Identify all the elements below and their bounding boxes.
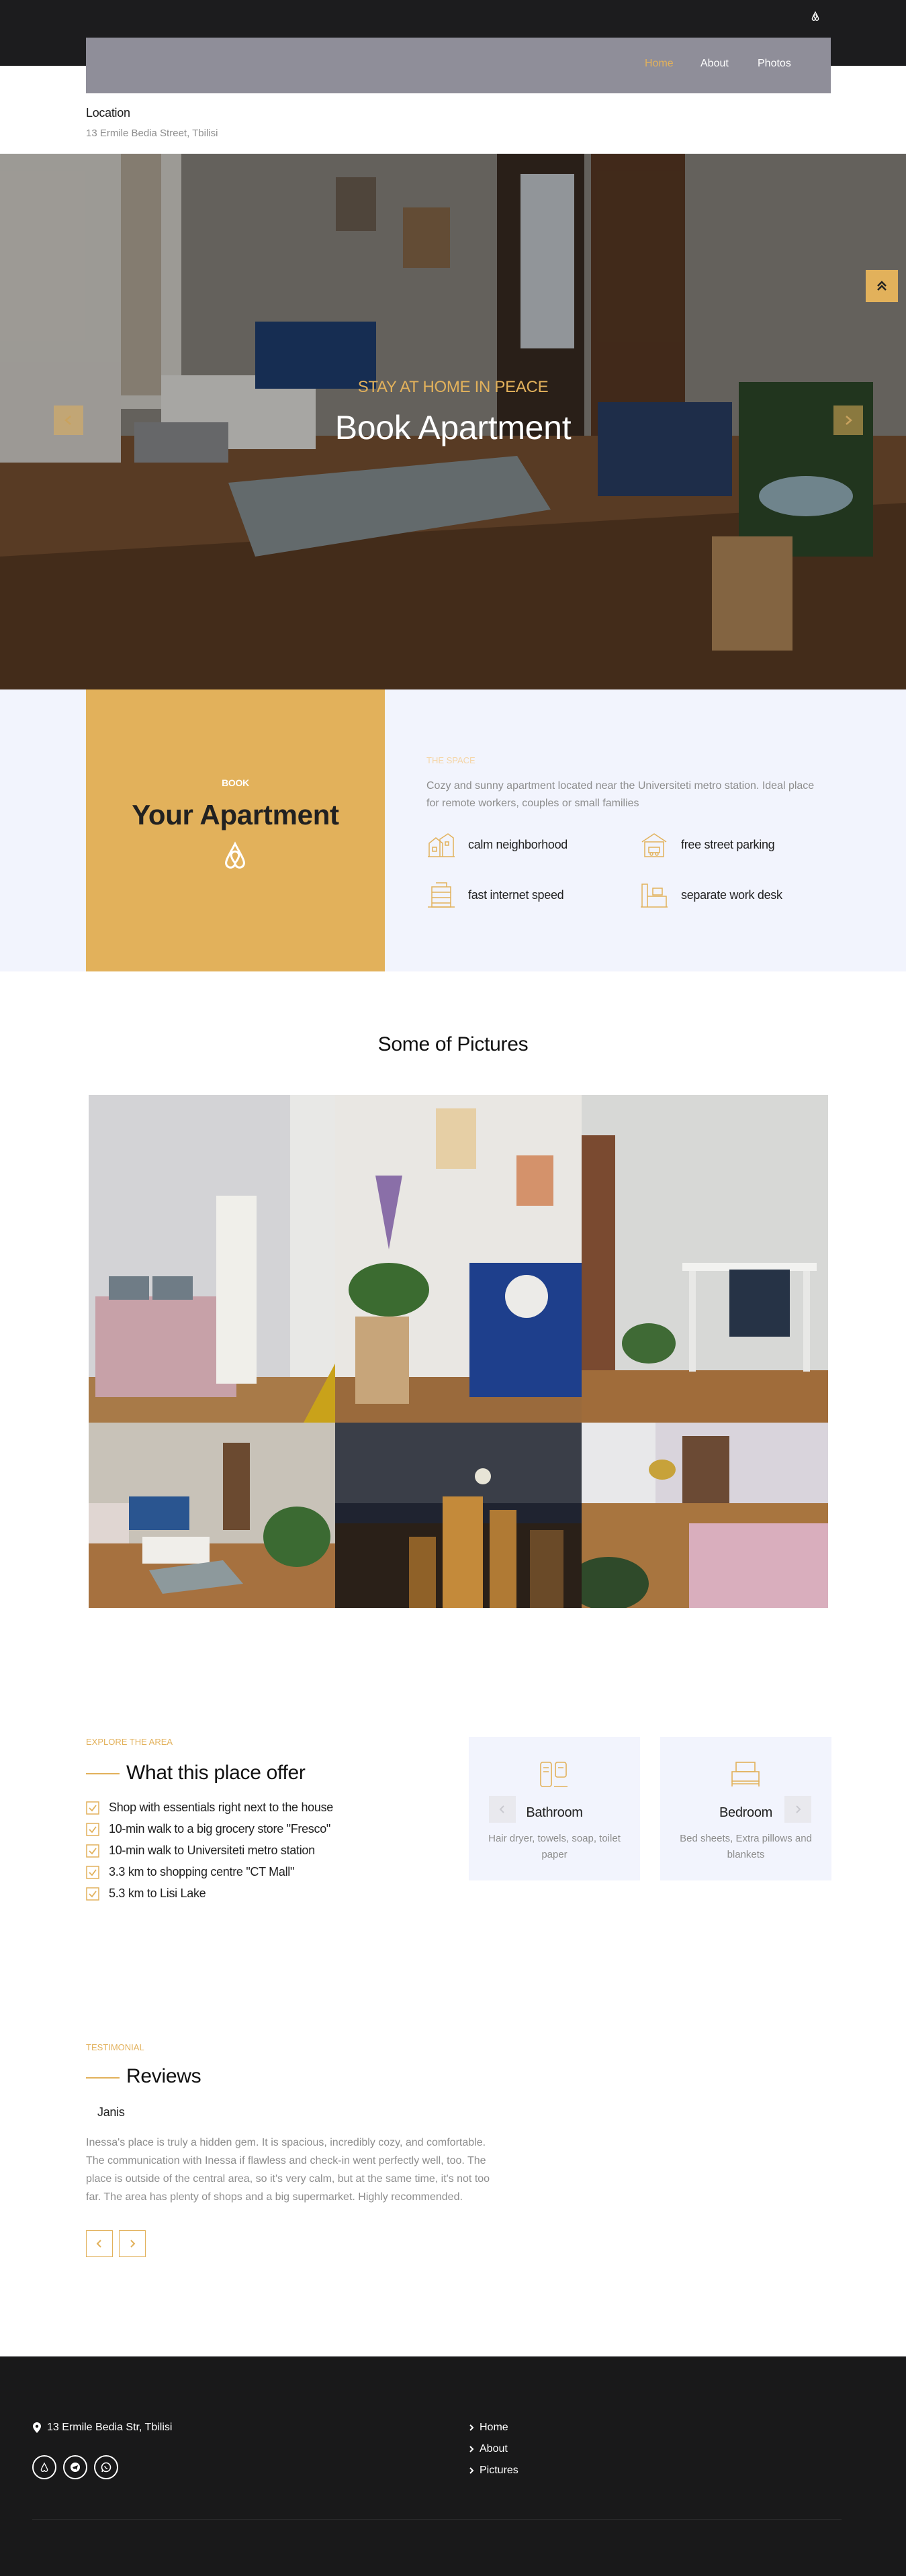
offer-item-label: 5.3 km to Lisi Lake <box>109 1887 206 1900</box>
offer-title-accent <box>86 1773 120 1774</box>
photo-work-desk[interactable] <box>582 1095 828 1423</box>
chevron-right-icon <box>130 2240 136 2248</box>
amenity-description: Bed sheets, Extra pillows and blankets <box>680 1833 812 1860</box>
bathroom-icon <box>540 1762 568 1787</box>
offer-item-label: 10-min walk to Universiteti metro statio… <box>109 1844 315 1857</box>
whatsapp-icon <box>101 2462 111 2473</box>
chevron-right-icon <box>846 416 852 425</box>
photo-night-city[interactable] <box>335 1423 582 1608</box>
offer-item-label: Shop with essentials right next to the h… <box>109 1801 334 1814</box>
pictures-title: Some of Pictures <box>377 1033 529 1055</box>
neighborhood-icon <box>428 833 455 857</box>
nav-photos-link[interactable]: Photos <box>758 58 791 70</box>
footer-link-pictures[interactable]: Pictures <box>469 2465 518 2477</box>
offer-item-label: 10-min walk to a big grocery store "Fres… <box>109 1822 331 1835</box>
airbnb-logo-icon <box>220 840 251 874</box>
review-text: Inessa's place is truly a hidden gem. It… <box>86 2137 490 2203</box>
telegram-icon <box>71 2463 80 2472</box>
chevron-right-icon <box>469 2424 474 2431</box>
building-icon <box>428 882 455 908</box>
checkbox-checked-icon <box>86 1887 99 1901</box>
review-next-button[interactable] <box>119 2230 146 2257</box>
chevron-right-icon <box>469 2467 474 2474</box>
checkbox-checked-icon <box>86 1865 99 1879</box>
amenity-description: Hair dryer, towels, soap, toilet paper <box>488 1833 621 1860</box>
location-label: Location <box>86 106 130 120</box>
space-tag: THE SPACE <box>426 755 475 765</box>
area-tag: EXPLORE THE AREA <box>86 1737 173 1747</box>
footer-link-label: About <box>480 2443 508 2454</box>
nav-about-link[interactable]: About <box>700 58 729 70</box>
feature-label: free street parking <box>681 837 775 851</box>
double-chevron-up-icon <box>877 281 887 291</box>
scroll-top-button[interactable] <box>866 270 898 302</box>
hero-prev-button[interactable] <box>54 406 83 435</box>
offer-title: What this place offer <box>126 1762 306 1784</box>
airbnb-icon[interactable] <box>810 11 821 21</box>
review-prev-button[interactable] <box>86 2230 113 2257</box>
offer-item-label: 3.3 km to shopping centre "CT Mall" <box>109 1865 295 1878</box>
feature-free-parking: free street parking <box>639 830 775 859</box>
map-pin-icon <box>33 2422 41 2433</box>
social-whatsapp-button[interactable] <box>94 2455 118 2479</box>
feature-label: calm neighborhood <box>468 837 568 851</box>
booking-small-label: BOOK <box>222 777 249 788</box>
footer-link-label: Pictures <box>480 2465 518 2476</box>
hero-subtitle: STAY AT HOME IN PEACE <box>357 378 549 396</box>
photo-living-corner[interactable] <box>335 1095 582 1423</box>
footer-link-home[interactable]: Home <box>469 2422 508 2434</box>
offer-item: Shop with essentials right next to the h… <box>86 1801 333 1815</box>
chevron-left-icon <box>499 1805 504 1813</box>
footer-divider <box>32 2519 842 2520</box>
hero-title: Book Apartment <box>334 409 572 446</box>
parking-icon <box>641 833 667 857</box>
offer-item: 5.3 km to Lisi Lake <box>86 1887 206 1901</box>
social-telegram-button[interactable] <box>63 2455 87 2479</box>
photo-second-bedroom[interactable] <box>582 1423 828 1608</box>
amenity-next-button[interactable] <box>784 1796 811 1823</box>
photo-living-room[interactable] <box>89 1423 335 1608</box>
social-airbnb-button[interactable] <box>32 2455 56 2479</box>
airbnb-icon <box>40 2462 48 2472</box>
hero-next-button[interactable] <box>833 406 863 435</box>
chevron-right-icon <box>796 1805 801 1813</box>
offer-item: 10-min walk to a big grocery store "Fres… <box>86 1822 330 1836</box>
photo-bedroom[interactable] <box>89 1095 335 1423</box>
amenity-prev-button[interactable] <box>489 1796 516 1823</box>
footer <box>0 2356 906 2576</box>
checkbox-checked-icon <box>86 1844 99 1858</box>
feature-calm-neighborhood: calm neighborhood <box>426 830 568 859</box>
reviews-title: Reviews <box>126 2065 201 2087</box>
nav-home-link[interactable]: Home <box>645 58 674 70</box>
testimonial-tag: TESTIMONIAL <box>86 2042 144 2052</box>
booking-title: Your Apartment <box>132 799 339 830</box>
feature-label: separate work desk <box>681 888 782 902</box>
offer-item: 3.3 km to shopping centre "CT Mall" <box>86 1865 294 1879</box>
feature-fast-internet: fast internet speed <box>426 880 564 910</box>
offer-item: 10-min walk to Universiteti metro statio… <box>86 1844 315 1858</box>
bed-icon <box>731 1762 760 1786</box>
checkbox-checked-icon <box>86 1801 99 1815</box>
footer-link-about[interactable]: About <box>469 2443 508 2455</box>
space-description: Cozy and sunny apartment located near th… <box>426 780 815 809</box>
checkbox-checked-icon <box>86 1822 99 1836</box>
chevron-right-icon <box>469 2446 474 2452</box>
chevron-left-icon <box>64 416 71 425</box>
desk-icon <box>641 884 668 908</box>
feature-label: fast internet speed <box>468 888 564 902</box>
location-value: 13 Ermile Bedia Street, Tbilisi <box>86 128 218 139</box>
chevron-left-icon <box>96 2240 101 2248</box>
reviews-title-accent <box>86 2077 120 2079</box>
reviewer-name: Janis <box>97 2105 125 2119</box>
footer-address: 13 Ermile Bedia Str, Tbilisi <box>32 2422 172 2434</box>
footer-link-label: Home <box>480 2422 508 2433</box>
footer-address-text: 13 Ermile Bedia Str, Tbilisi <box>47 2422 173 2433</box>
feature-work-desk: separate work desk <box>639 880 782 910</box>
